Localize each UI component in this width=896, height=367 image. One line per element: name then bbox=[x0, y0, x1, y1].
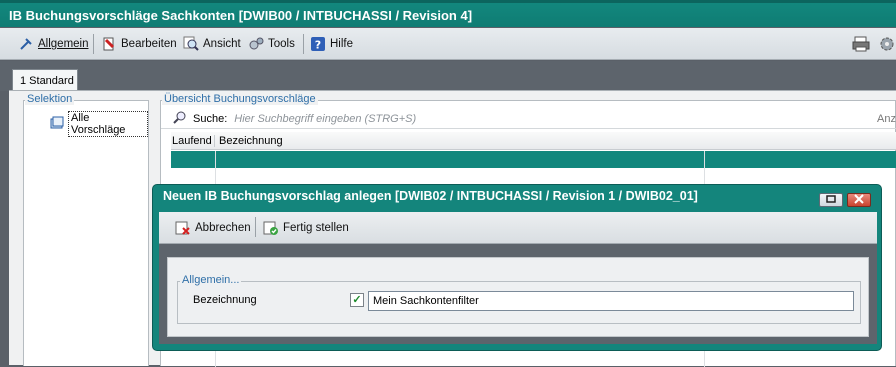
svg-text:?: ? bbox=[315, 39, 321, 52]
magnifier-icon bbox=[183, 36, 199, 52]
menu-ansicht-label: Ansicht bbox=[203, 38, 241, 50]
column-header-bezeichnung[interactable]: Bezeichnung bbox=[215, 135, 283, 147]
bezeichnung-checkbox[interactable]: ✓ bbox=[350, 293, 364, 307]
menu-allgemein[interactable]: Allgemein bbox=[18, 35, 89, 53]
table-row-selected[interactable] bbox=[171, 151, 896, 168]
gears-icon bbox=[248, 36, 264, 52]
search-row: Suche: Hier Suchbegriff eingeben (STRG+S… bbox=[161, 109, 896, 129]
search-input[interactable]: Hier Suchbegriff eingeben (STRG+S) bbox=[234, 113, 834, 125]
tree-item-label: Alle Vorschläge bbox=[68, 111, 148, 137]
dialog-toolbar: Abbrechen Fertig stellen bbox=[159, 212, 877, 244]
edit-icon bbox=[101, 36, 117, 52]
toolbar-separator bbox=[255, 217, 256, 237]
folder-icon bbox=[50, 116, 64, 132]
cancel-icon bbox=[175, 220, 191, 236]
selection-panel: Alle Vorschläge bbox=[23, 100, 149, 366]
close-button[interactable] bbox=[847, 193, 871, 207]
menu-ansicht[interactable]: Ansicht bbox=[183, 35, 241, 53]
menu-tools-label: Tools bbox=[268, 38, 295, 50]
menu-separator bbox=[303, 34, 304, 54]
menu-hilfe[interactable]: ? Hilfe bbox=[310, 35, 353, 53]
dialog-title: Neuen IB Buchungsvorschlag anlegen [DWIB… bbox=[163, 189, 698, 203]
column-header-laufend[interactable]: Laufend bbox=[171, 134, 215, 147]
pin-icon bbox=[18, 36, 34, 52]
tab-standard-label: 1 Standard bbox=[20, 75, 74, 87]
search-icon bbox=[173, 110, 187, 127]
general-group-label: Allgemein... bbox=[180, 274, 242, 286]
cancel-button[interactable]: Abbrechen bbox=[175, 219, 251, 237]
menu-allgemein-label: Allgemein bbox=[38, 38, 89, 50]
menu-tools[interactable]: Tools bbox=[248, 35, 295, 53]
menu-bar: Allgemein Bearbeiten Ansicht Tools ? Hil… bbox=[0, 28, 896, 60]
new-proposal-dialog: Neuen IB Buchungsvorschlag anlegen [DWIB… bbox=[152, 184, 882, 351]
cancel-button-label: Abbrechen bbox=[195, 222, 251, 234]
restore-button[interactable] bbox=[819, 193, 843, 207]
printer-icon[interactable] bbox=[852, 36, 870, 55]
finish-icon bbox=[263, 220, 279, 236]
search-label: Suche: bbox=[193, 112, 228, 125]
window-title-bar: IB Buchungsvorschläge Sachkonten [DWIB00… bbox=[0, 0, 896, 27]
selection-group-label: Selektion bbox=[25, 93, 75, 105]
help-icon: ? bbox=[310, 36, 326, 52]
close-icon bbox=[853, 194, 865, 207]
dialog-body: Allgemein... Bezeichnung ✓ bbox=[159, 244, 877, 344]
overview-group-label: Übersicht Buchungsvorschläge bbox=[162, 93, 318, 105]
settings-icon[interactable] bbox=[878, 35, 896, 56]
window-title: IB Buchungsvorschläge Sachkonten [DWIB00… bbox=[9, 8, 473, 23]
dialog-form-panel: Allgemein... Bezeichnung ✓ bbox=[167, 257, 869, 337]
restore-icon bbox=[825, 195, 837, 207]
menu-hilfe-label: Hilfe bbox=[330, 38, 354, 50]
tree-item-alle-vorschlaege[interactable]: Alle Vorschläge bbox=[50, 111, 148, 137]
tab-standard[interactable]: 1 Standard bbox=[12, 69, 78, 92]
tab-strip: 1 Standard bbox=[0, 61, 896, 92]
window-top-edge bbox=[0, 0, 896, 3]
finish-button[interactable]: Fertig stellen bbox=[263, 219, 349, 237]
search-count-label: Anz bbox=[877, 112, 896, 125]
menu-separator bbox=[93, 34, 94, 54]
finish-button-label: Fertig stellen bbox=[283, 222, 349, 234]
bezeichnung-label: Bezeichnung bbox=[193, 294, 257, 306]
menu-bearbeiten-label: Bearbeiten bbox=[121, 38, 177, 50]
bezeichnung-field[interactable] bbox=[368, 291, 854, 311]
menu-bearbeiten[interactable]: Bearbeiten bbox=[101, 35, 177, 53]
table-header: Laufend Bezeichnung bbox=[171, 132, 896, 150]
